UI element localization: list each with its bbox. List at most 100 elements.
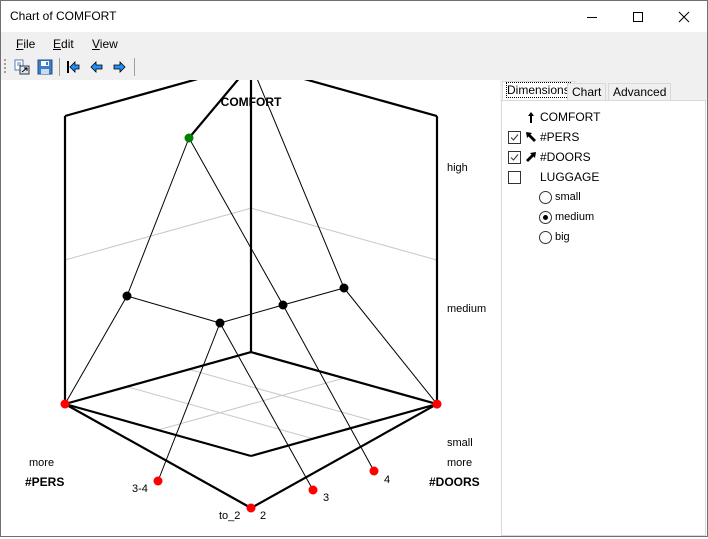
radio-luggage-medium[interactable] xyxy=(539,211,552,224)
tick-label-pers-more: more xyxy=(29,457,54,469)
lattice-node-medium[interactable] xyxy=(122,291,132,301)
menu-view-mnemonic: V xyxy=(92,37,100,51)
axis-title-doors: #DOORS xyxy=(429,475,480,489)
radio-selected-dot xyxy=(543,215,548,220)
chart-area: COMFORT high medium small more #DOORS 4 … xyxy=(2,59,499,536)
previous-icon xyxy=(90,61,103,73)
lattice-edge xyxy=(157,322,221,482)
frame-edge xyxy=(188,63,252,139)
dimension-row-comfort: COMFORT xyxy=(502,108,702,126)
tick-label-doors-more: more xyxy=(447,457,472,469)
lattice-node-small[interactable] xyxy=(60,399,70,409)
lattice-node-high[interactable] xyxy=(184,133,194,143)
checkbox-pers[interactable] xyxy=(508,131,521,144)
check-icon xyxy=(510,134,519,141)
tick-label-doors-4: 4 xyxy=(384,474,390,486)
dimension-row-doors: #DOORS xyxy=(502,148,702,166)
frame-edge xyxy=(250,403,438,509)
dimension-label-luggage: LUGGAGE xyxy=(540,170,600,184)
tick-label-doors-2: 2 xyxy=(260,510,266,522)
dimensions-page: COMFORT #PERS #DOORS LUGGAGE small mediu… xyxy=(501,100,706,536)
lattice-node-small[interactable] xyxy=(153,476,163,486)
tab-advanced-label: Advanced xyxy=(613,85,667,99)
lattice-edge xyxy=(126,295,221,324)
check-icon xyxy=(510,154,519,161)
menu-bar: File Edit View xyxy=(1,32,707,54)
menu-edit[interactable]: Edit xyxy=(53,37,74,51)
lattice-node-medium[interactable] xyxy=(215,318,225,328)
lattice-edge xyxy=(343,287,438,405)
lattice-edge xyxy=(219,322,314,491)
minimize-button[interactable] xyxy=(569,1,615,32)
menu-view-label: iew xyxy=(99,37,118,51)
save-button[interactable] xyxy=(35,57,55,77)
first-button[interactable] xyxy=(63,57,83,77)
lattice-edge xyxy=(250,63,345,289)
grid-line xyxy=(157,377,345,431)
next-icon xyxy=(113,61,126,73)
tab-dimensions[interactable]: Dimensions xyxy=(502,81,575,101)
lattice-node-small[interactable] xyxy=(308,485,318,495)
checkbox-luggage[interactable] xyxy=(508,171,521,184)
frame-edge xyxy=(64,403,252,509)
minimize-icon xyxy=(587,16,597,18)
toolbar-separator xyxy=(59,58,60,76)
dimension-label-comfort: COMFORT xyxy=(540,110,601,124)
dimension-label-doors: #DOORS xyxy=(540,150,591,164)
previous-button[interactable] xyxy=(87,57,107,77)
maximize-icon xyxy=(633,11,643,22)
arrow-up-left-icon xyxy=(526,132,536,142)
menu-view[interactable]: View xyxy=(92,37,118,51)
grid-line xyxy=(250,207,438,261)
tick-label-medium: medium xyxy=(447,303,486,315)
tick-label-doors-3: 3 xyxy=(323,492,329,504)
tick-label-pers-34: 3-4 xyxy=(132,483,148,495)
dimension-label-pers: #PERS xyxy=(540,130,580,144)
lattice-node-medium[interactable] xyxy=(278,300,288,310)
frame-edge xyxy=(64,351,252,406)
dimension-row-luggage: LUGGAGE xyxy=(502,168,702,186)
radio-label-medium: medium xyxy=(555,211,595,223)
arrow-up-right-icon xyxy=(526,152,536,162)
tab-dimensions-label: Dimensions xyxy=(506,82,571,98)
maximize-button[interactable] xyxy=(615,1,661,32)
radio-luggage-big[interactable] xyxy=(539,231,552,244)
lattice-node-small[interactable] xyxy=(432,399,442,409)
menu-edit-mnemonic: E xyxy=(53,37,62,51)
dimension-row-pers: #PERS xyxy=(502,128,702,146)
tab-chart[interactable]: Chart xyxy=(567,83,607,101)
tab-advanced[interactable]: Advanced xyxy=(608,83,672,101)
tick-label-pers-to2: to_2 xyxy=(219,510,240,522)
save-icon xyxy=(37,59,53,75)
arrow-up-icon xyxy=(528,112,534,123)
menu-file[interactable]: File xyxy=(16,37,35,51)
lattice-node-small[interactable] xyxy=(369,466,379,476)
lattice-edge xyxy=(282,287,345,306)
lattice-node-medium[interactable] xyxy=(339,283,349,293)
lattice-edge xyxy=(64,295,128,405)
menu-edit-label: dit xyxy=(61,37,74,51)
tab-chart-label: Chart xyxy=(572,85,602,99)
first-icon xyxy=(67,61,80,73)
export-icon xyxy=(14,59,30,75)
lattice-node-small[interactable] xyxy=(246,503,256,513)
export-button[interactable] xyxy=(12,57,32,77)
lattice-chart: COMFORT high medium small more #DOORS 4 … xyxy=(25,59,486,522)
toolbar xyxy=(1,54,707,80)
radio-luggage-small[interactable] xyxy=(539,191,552,204)
toolbar-separator xyxy=(134,58,135,76)
options-panel: Dimensions Chart Advanced COMFORT #PERS xyxy=(500,80,707,536)
axis-title-comfort: COMFORT xyxy=(221,95,282,109)
tab-strip: Dimensions Chart Advanced xyxy=(500,80,707,101)
close-button[interactable] xyxy=(661,1,707,32)
radio-label-small: small xyxy=(555,191,581,203)
app-window: Chart of COMFORT File Edit View COMFORT … xyxy=(0,0,708,537)
menu-file-label: ile xyxy=(23,37,36,51)
radio-label-big: big xyxy=(555,231,570,243)
close-icon xyxy=(678,11,690,22)
next-button[interactable] xyxy=(109,57,129,77)
toolbar-grip[interactable] xyxy=(4,59,6,75)
checkbox-doors[interactable] xyxy=(508,151,521,164)
tick-label-small: small xyxy=(447,437,473,449)
axis-title-pers: #PERS xyxy=(25,475,64,489)
